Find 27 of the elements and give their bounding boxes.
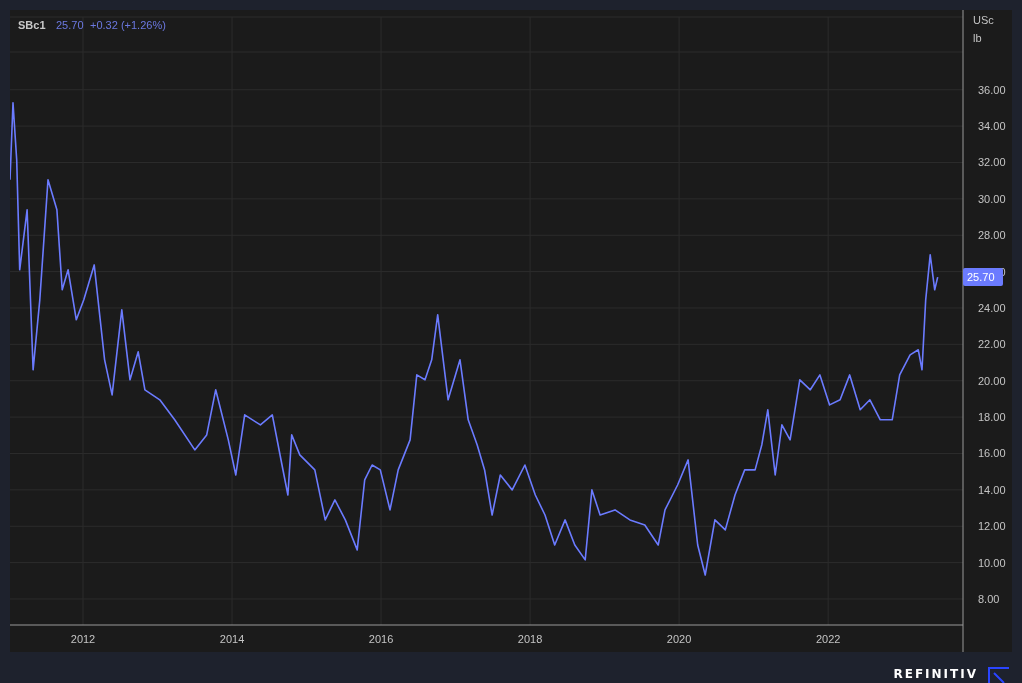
y-axis-label: 18.00 <box>978 411 1006 424</box>
y-axis-label: 34.00 <box>978 120 1006 133</box>
y-axis-label: 22.00 <box>978 338 1006 351</box>
price-change: +0.32 (+1.26%) <box>90 19 166 31</box>
y-axis-label: 28.00 <box>978 229 1006 242</box>
y-axis-label: 14.00 <box>978 483 1006 496</box>
x-axis-label: 2016 <box>368 633 394 645</box>
x-axis-label: 2012 <box>70 633 96 645</box>
last-price: 25.70 <box>56 19 84 31</box>
y-axis-label: 24.00 <box>978 302 1006 314</box>
y-axis-label: 36.00 <box>978 83 1006 96</box>
unit-label: lb <box>973 32 982 44</box>
x-axis-label: 2018 <box>517 633 543 645</box>
y-axis-label: 16.00 <box>978 447 1006 460</box>
x-axis-label: 2020 <box>666 633 692 645</box>
x-axis-label: 2022 <box>815 633 841 645</box>
x-axis-label: 2014 <box>219 633 245 645</box>
y-axis-label: 30.00 <box>978 192 1006 205</box>
logo-icon <box>988 667 1010 683</box>
symbol-label: SBc1 <box>18 19 46 31</box>
unit-label: USc <box>973 14 994 26</box>
y-axis-label: 32.00 <box>978 156 1006 169</box>
y-axis-label: 12.00 <box>978 520 1006 533</box>
y-axis-label: 10.00 <box>978 556 1006 569</box>
y-axis-label: 20.00 <box>978 374 1006 387</box>
brand-name: REFINITIV <box>893 667 978 681</box>
y-axis-label: 8.00 <box>978 593 1000 605</box>
